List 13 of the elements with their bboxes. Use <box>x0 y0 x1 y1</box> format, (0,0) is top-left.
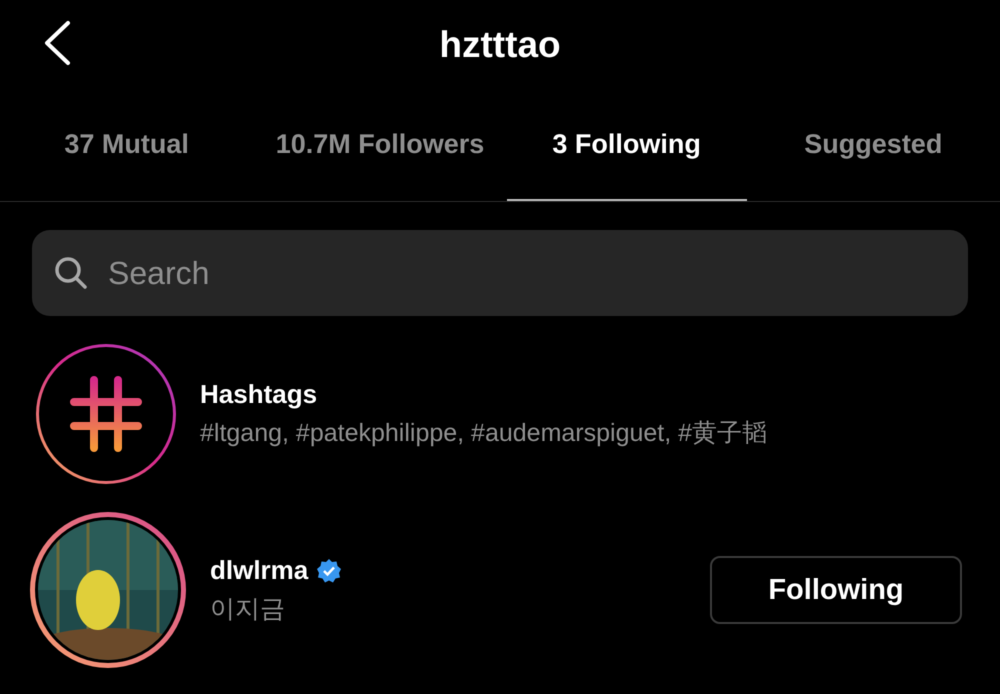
list-subtitle: 이지금 <box>210 594 286 625</box>
tab[interactable]: 10.7M Followers <box>253 90 507 201</box>
search-icon <box>54 256 88 290</box>
tab[interactable]: 3 Following <box>506 90 747 201</box>
list-subtitle: #ltgang, #patekphilippe, #audemarspiguet, #黄子韬 <box>200 418 768 449</box>
list-title: dlwlrma <box>210 555 308 586</box>
list-title: Hashtags <box>200 379 318 410</box>
tab[interactable]: Suggested <box>746 90 1000 201</box>
tab[interactable]: 37 Mutual <box>0 90 254 201</box>
following-button[interactable]: Following <box>710 556 962 624</box>
profile-username: hztttao <box>439 24 561 66</box>
search-field[interactable]: Search <box>32 230 968 316</box>
back-icon[interactable] <box>42 20 72 66</box>
